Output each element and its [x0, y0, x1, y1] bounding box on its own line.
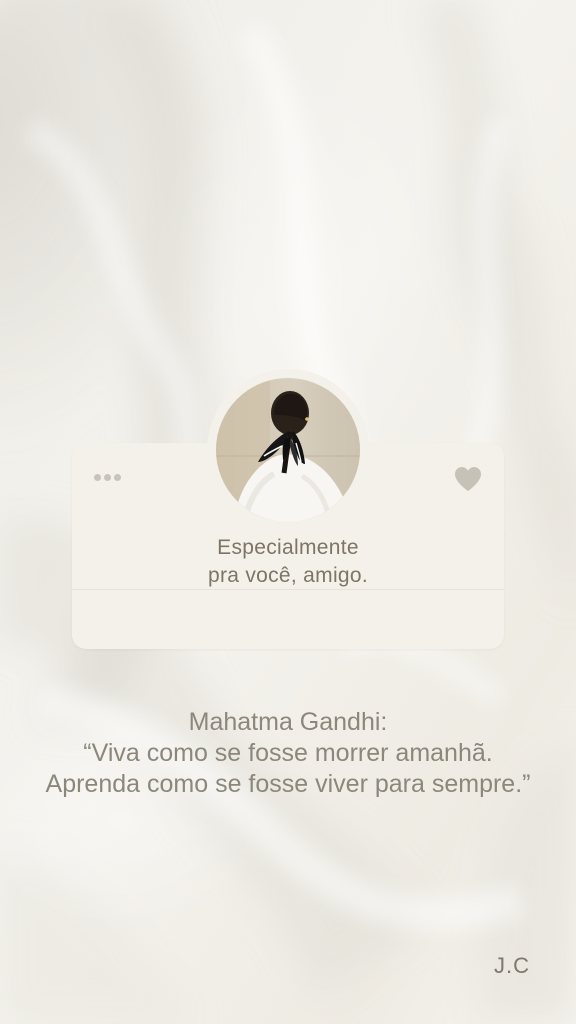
- dot: [114, 474, 121, 481]
- avatar: [216, 378, 360, 522]
- caption-line-2: pra você, amigo.: [207, 564, 369, 587]
- card-divider: [72, 589, 504, 590]
- card-caption: Especialmente pra você, amigo.: [72, 534, 504, 590]
- dot: [104, 474, 111, 481]
- quote-author: Mahatma Gandhi:: [188, 708, 388, 736]
- quote-line-2: Aprenda como se fosse viver para sempre.…: [45, 770, 531, 798]
- quote-line-1: “Viva como se fosse morrer amanhã.: [83, 739, 493, 767]
- signature: J.C: [494, 953, 530, 978]
- dot: [94, 474, 101, 481]
- heart-icon[interactable]: [453, 465, 483, 493]
- quote-block: Mahatma Gandhi: “Viva como se fosse morr…: [0, 707, 576, 800]
- caption-line-1: Especialmente: [217, 536, 359, 559]
- more-dots-icon[interactable]: [94, 474, 121, 481]
